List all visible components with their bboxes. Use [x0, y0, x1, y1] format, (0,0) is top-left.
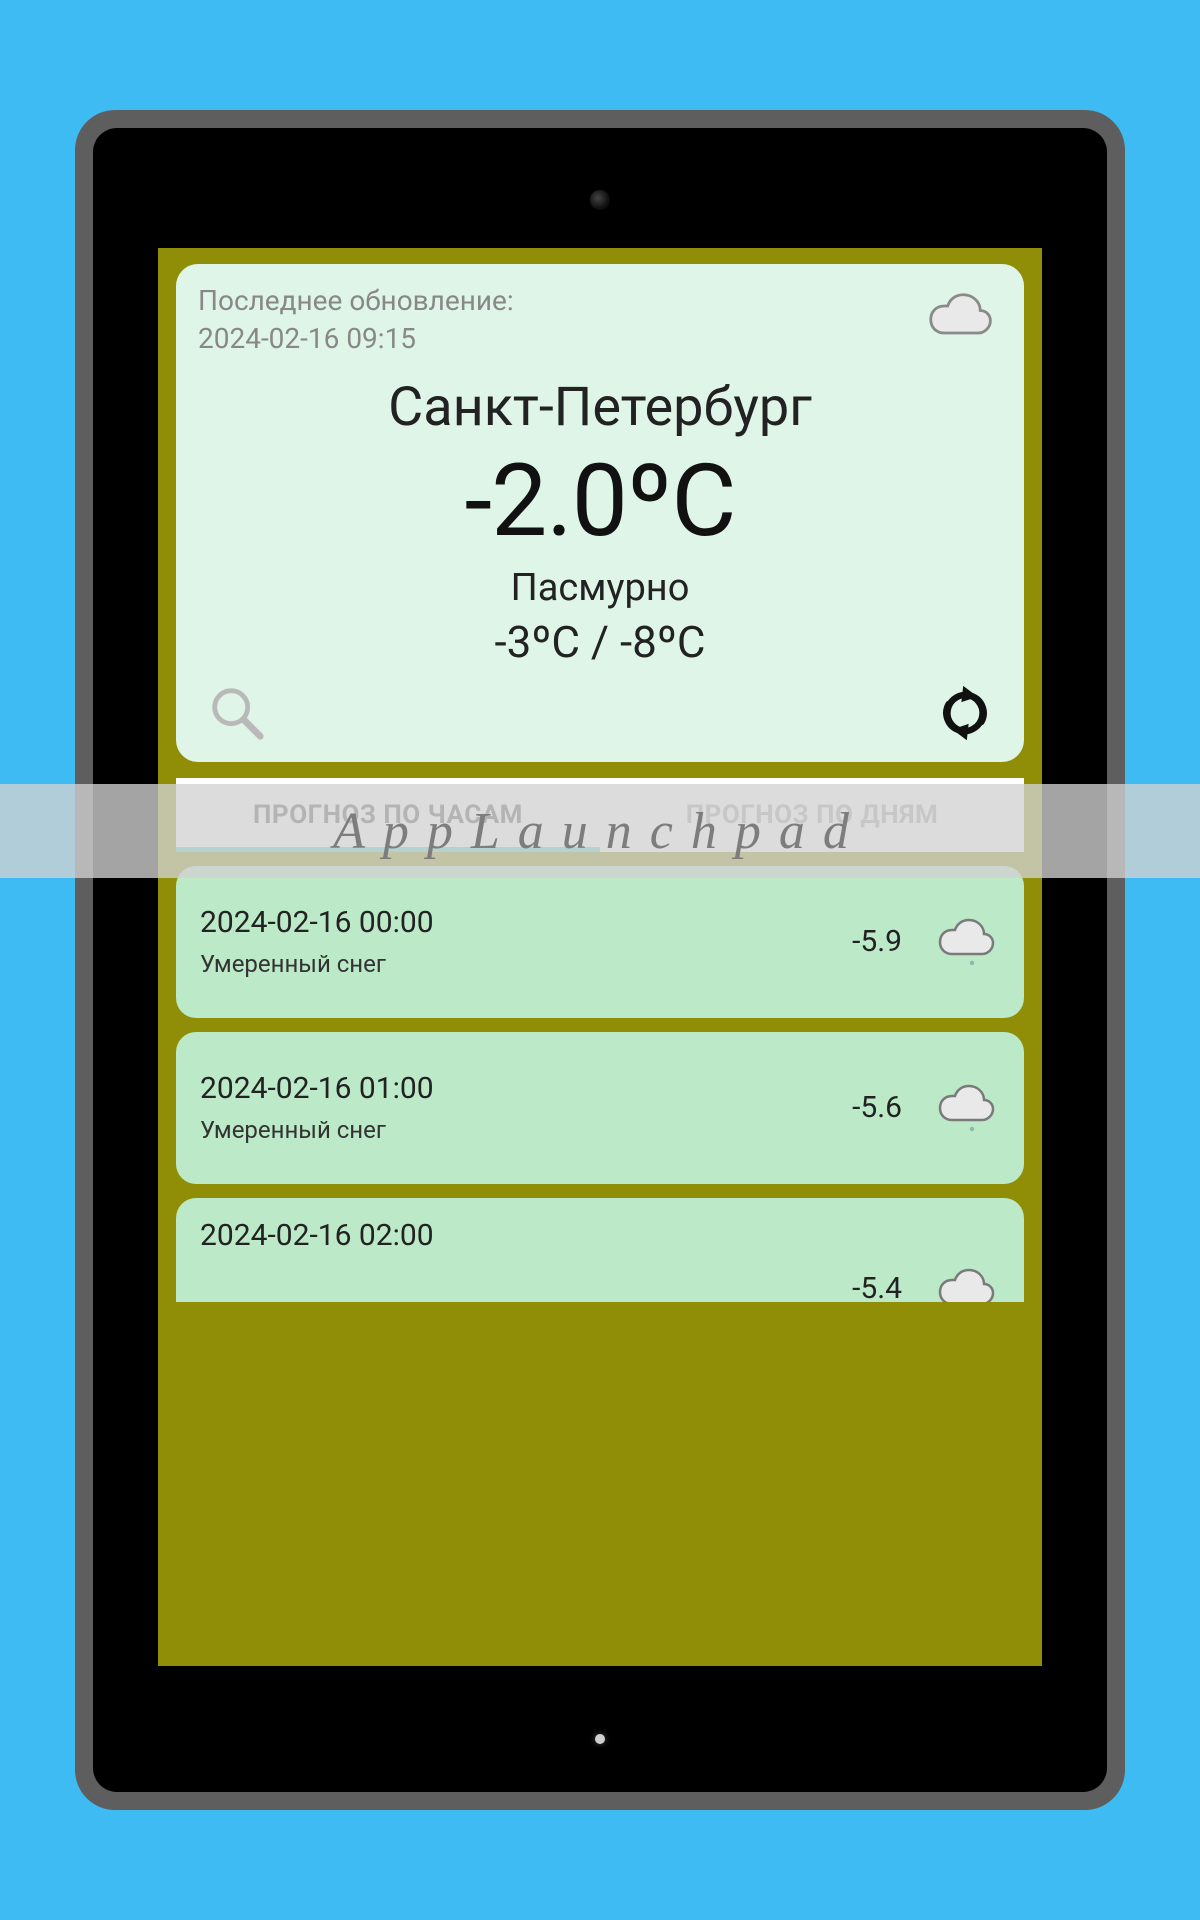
watermark-text: AppLaunchpad	[333, 802, 867, 861]
hourly-row[interactable]: 2024-02-16 01:00 Умеренный снег -5.6	[176, 1032, 1024, 1184]
refresh-icon[interactable]	[936, 684, 994, 746]
hourly-temp: -5.9	[852, 924, 902, 959]
cloud-snow-icon	[928, 914, 1000, 970]
hourly-row[interactable]: 2024-02-16 02:00 -5.4	[176, 1198, 1024, 1302]
app-screen: Последнее обновление: 2024-02-16 09:15 С…	[158, 248, 1042, 1666]
update-row: Последнее обновление: 2024-02-16 09:15	[198, 282, 1002, 358]
search-icon[interactable]	[206, 682, 268, 748]
hourly-list[interactable]: 2024-02-16 00:00 Умеренный снег -5.9 202…	[176, 866, 1024, 1302]
last-update-time: 2024-02-16 09:15	[198, 320, 514, 358]
cloud-snow-icon	[928, 1080, 1000, 1136]
hourly-row-text: 2024-02-16 00:00 Умеренный снег	[200, 905, 852, 978]
cloud-icon	[924, 288, 996, 342]
current-temperature: -2.0ºC	[198, 443, 1002, 560]
front-camera	[590, 190, 610, 210]
last-update-text: Последнее обновление: 2024-02-16 09:15	[198, 282, 514, 358]
tablet-frame: Последнее обновление: 2024-02-16 09:15 С…	[75, 110, 1125, 1810]
action-row	[198, 678, 1002, 748]
current-weather-card: Последнее обновление: 2024-02-16 09:15 С…	[176, 264, 1024, 762]
hourly-row[interactable]: 2024-02-16 00:00 Умеренный снег -5.9	[176, 866, 1024, 1018]
current-condition: Пасмурно	[198, 566, 1002, 610]
city-name: Санкт-Петербург	[198, 376, 1002, 439]
hourly-row-text: 2024-02-16 02:00	[200, 1218, 852, 1271]
cloud-snow-icon	[928, 1264, 1000, 1302]
hourly-temp: -5.6	[852, 1090, 902, 1125]
last-update-label: Последнее обновление:	[198, 282, 514, 320]
hourly-datetime: 2024-02-16 00:00	[200, 905, 852, 940]
hourly-condition: Умеренный снег	[200, 1116, 852, 1144]
hourly-temp: -5.4	[852, 1271, 902, 1302]
hourly-datetime: 2024-02-16 02:00	[200, 1218, 852, 1253]
hourly-condition: Умеренный снег	[200, 950, 852, 978]
hourly-row-text: 2024-02-16 01:00 Умеренный снег	[200, 1071, 852, 1144]
watermark-band: AppLaunchpad	[0, 784, 1200, 878]
tablet-bezel: Последнее обновление: 2024-02-16 09:15 С…	[93, 128, 1107, 1792]
hourly-datetime: 2024-02-16 01:00	[200, 1071, 852, 1106]
temperature-range: -3ºC / -8ºC	[198, 616, 1002, 668]
home-indicator	[595, 1734, 605, 1744]
